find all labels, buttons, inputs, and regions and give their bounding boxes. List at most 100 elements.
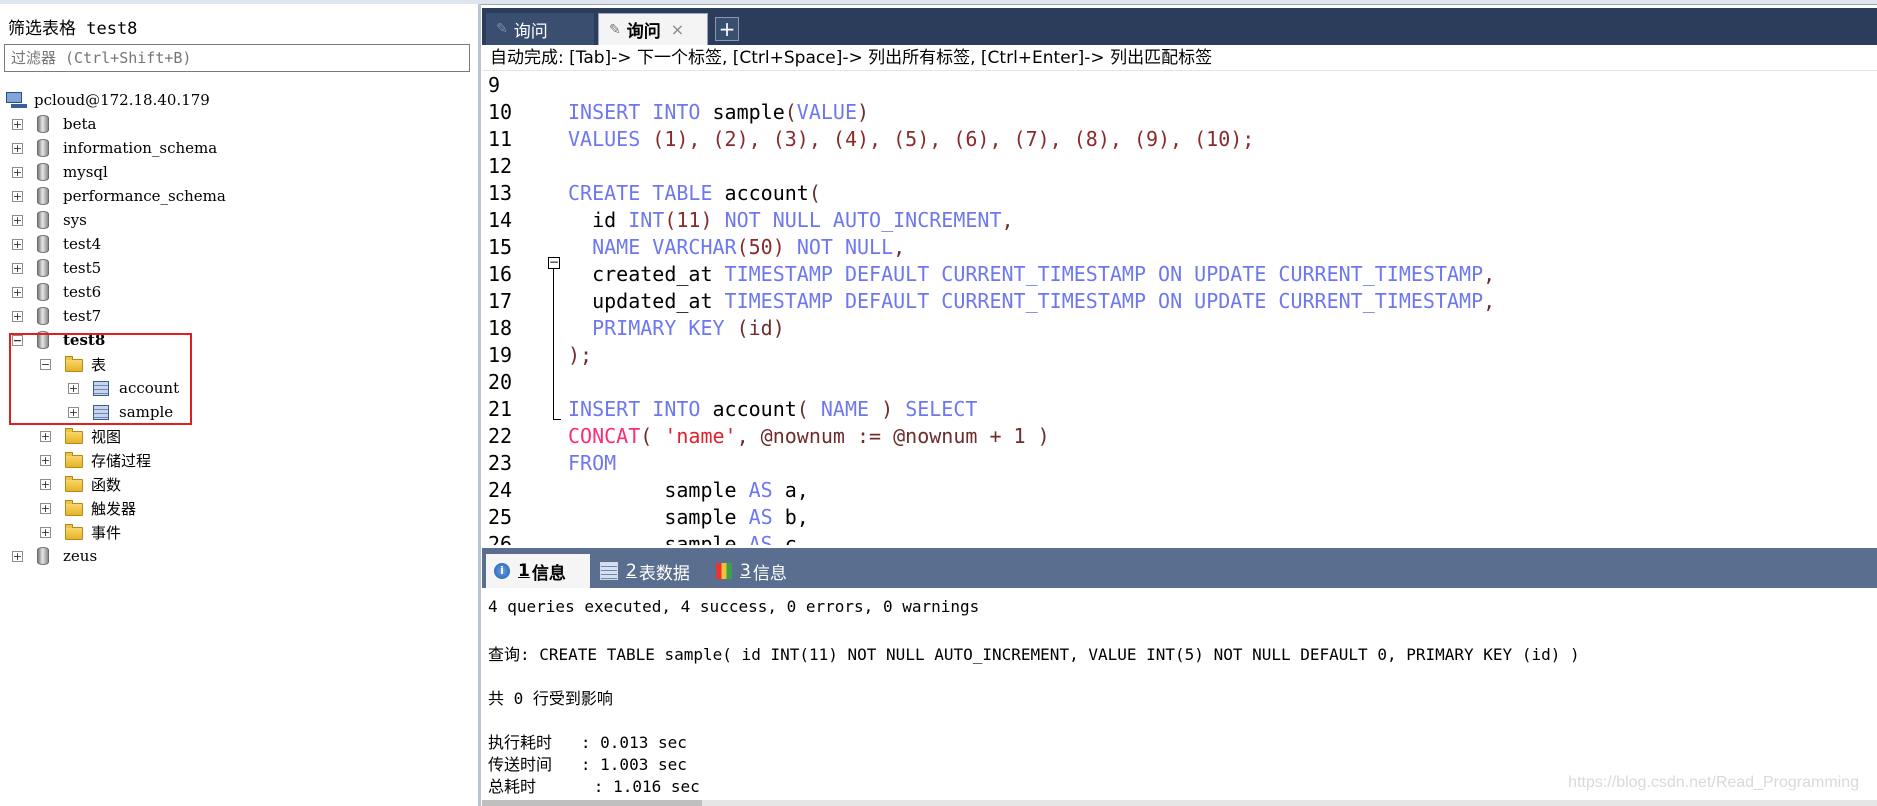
tab-query-1[interactable]: ✎ 询问 [486, 13, 594, 45]
expand-icon[interactable]: + [12, 262, 23, 274]
code-token: account [712, 396, 797, 421]
code-line[interactable]: 19); [482, 341, 1877, 368]
code-line[interactable]: 18 PRIMARY KEY (id) [482, 314, 1877, 341]
code-token: VALUES [568, 126, 653, 151]
code-text: INSERT INTO account( NAME ) SELECT [568, 397, 977, 421]
code-token: CONCAT [568, 423, 641, 448]
code-token: VALUE [796, 99, 858, 124]
code-text: updated_at TIMESTAMP DEFAULT CURRENT_TIM… [568, 289, 1495, 313]
code-token: INSERT INTO [568, 396, 713, 421]
expand-icon[interactable]: + [40, 454, 51, 466]
tree-label: test7 [63, 307, 102, 325]
db-node-test6[interactable]: + test6 [12, 280, 101, 304]
db-node-test7[interactable]: + test7 [12, 304, 101, 328]
code-token: SELECT [905, 396, 978, 421]
code-line[interactable]: 25 sample AS b, [482, 503, 1877, 530]
folder-node-0[interactable]: + 视图 [40, 424, 121, 448]
code-line[interactable]: 22 CONCAT( 'name', @nownum := @nownum + 1… [482, 422, 1877, 449]
database-icon [37, 307, 49, 325]
db-node-mysql[interactable]: + mysql [12, 160, 108, 184]
folder-node-4[interactable]: + 事件 [40, 520, 121, 544]
database-icon [37, 139, 49, 157]
code-token: (id) [736, 315, 785, 340]
code-line[interactable]: 26 sample AS c [482, 530, 1877, 546]
expand-icon[interactable]: + [12, 286, 23, 298]
expand-icon[interactable]: + [40, 430, 51, 442]
code-line[interactable]: 12 [482, 152, 1877, 179]
expand-icon[interactable]: + [12, 166, 23, 178]
tab-messages[interactable]: i 1 信息 [486, 554, 590, 588]
database-icon [37, 115, 49, 133]
tab-info[interactable]: 3 信息 [708, 554, 808, 588]
scroll-thumb[interactable] [482, 800, 702, 806]
filter-input[interactable] [4, 44, 470, 72]
code-token: NOT NULL AUTO_INCREMENT [724, 207, 1002, 232]
tab-number: 2 [626, 561, 637, 581]
code-line[interactable]: 9 [482, 71, 1877, 98]
expand-icon[interactable]: + [12, 190, 23, 202]
tab-label: 表数据 [638, 563, 690, 584]
folder-node-1[interactable]: + 存储过程 [40, 448, 151, 472]
horizontal-scrollbar[interactable] [482, 800, 1877, 806]
db-node-beta[interactable]: + beta [12, 112, 96, 136]
db-node-test5[interactable]: + test5 [12, 256, 101, 280]
new-tab-button[interactable]: + [715, 17, 739, 41]
expand-icon[interactable]: + [40, 502, 51, 514]
code-text: id INT(11) NOT NULL AUTO_INCREMENT, [568, 207, 1013, 232]
tree-label: 事件 [91, 523, 122, 542]
connection-node[interactable]: pcloud@172.18.40.179 [6, 88, 210, 112]
code-token: sample [568, 504, 749, 529]
tab-query-2-active[interactable]: ✎ 询问 × [598, 13, 708, 45]
line-number: 11 [488, 126, 513, 151]
expand-icon[interactable]: + [12, 142, 23, 154]
close-icon[interactable]: × [671, 20, 684, 39]
expand-icon[interactable]: + [12, 214, 23, 226]
db-node-zeus[interactable]: + zeus [12, 544, 97, 568]
tab-label: 询问 [626, 22, 661, 42]
code-line[interactable]: 11 VALUES (1), (2), (3), (4), (5), (6), (… [482, 125, 1877, 152]
code-line[interactable]: 24 sample AS a, [482, 476, 1877, 503]
expand-icon[interactable]: + [12, 550, 23, 562]
code-line[interactable]: 23 FROM [482, 449, 1877, 476]
result-transfer-time: 传送时间 : 1.003 sec [488, 755, 687, 774]
expand-icon[interactable]: + [12, 238, 23, 250]
tree-label: beta [63, 115, 97, 133]
code-text: sample AS a, [568, 478, 809, 502]
expand-icon[interactable]: + [12, 118, 23, 130]
code-line[interactable]: 14 id INT(11) NOT NULL AUTO_INCREMENT, [482, 206, 1877, 233]
tree-label: 视图 [91, 427, 122, 446]
code-token: INT [628, 207, 665, 232]
folder-icon [65, 476, 83, 492]
folder-node-2[interactable]: + 函数 [40, 472, 121, 496]
code-line[interactable]: 10 INSERT INTO sample(VALUE) [482, 98, 1877, 125]
code-line[interactable]: 20 [482, 368, 1877, 395]
tree-label: test5 [63, 259, 102, 277]
expand-icon[interactable]: + [40, 478, 51, 490]
tree-label: zeus [63, 547, 98, 565]
line-number: 25 [488, 504, 513, 529]
expand-icon[interactable]: + [40, 526, 51, 538]
db-node-performance_schema[interactable]: + performance_schema [12, 184, 226, 208]
code-token: a, [784, 477, 809, 502]
code-line[interactable]: 13 CREATE TABLE account( [482, 179, 1877, 206]
tab-table-data[interactable]: 2 表数据 [592, 554, 704, 588]
database-icon [37, 235, 49, 253]
db-node-sys[interactable]: + sys [12, 208, 87, 232]
sql-editor[interactable]: − 9 10 INSERT INTO sample(VALUE) 11 VALUES (… [482, 71, 1877, 545]
db-node-information_schema[interactable]: + information_schema [12, 136, 217, 160]
code-text: CONCAT( 'name', @nownum := @nownum + 1 ) [568, 424, 1050, 448]
code-line[interactable]: 16 created_at TIMESTAMP DEFAULT CURRENT_… [482, 260, 1877, 287]
tree-label: test6 [63, 283, 102, 301]
code-text: FROM [568, 451, 616, 475]
db-node-test4[interactable]: + test4 [12, 232, 101, 256]
code-line[interactable]: 15 NAME VARCHAR(50) NOT NULL, [482, 233, 1877, 260]
code-token: c [784, 531, 797, 546]
code-token: ) [857, 99, 870, 124]
code-line[interactable]: 17 updated_at TIMESTAMP DEFAULT CURRENT_… [482, 287, 1877, 314]
folder-node-3[interactable]: + 触发器 [40, 496, 136, 520]
expand-icon[interactable]: + [12, 310, 23, 322]
tab-label: 信息 [531, 563, 566, 584]
code-line[interactable]: 21 INSERT INTO account( NAME ) SELECT [482, 395, 1877, 422]
line-number: 24 [488, 477, 513, 502]
query-icon: ✎ [609, 21, 621, 38]
